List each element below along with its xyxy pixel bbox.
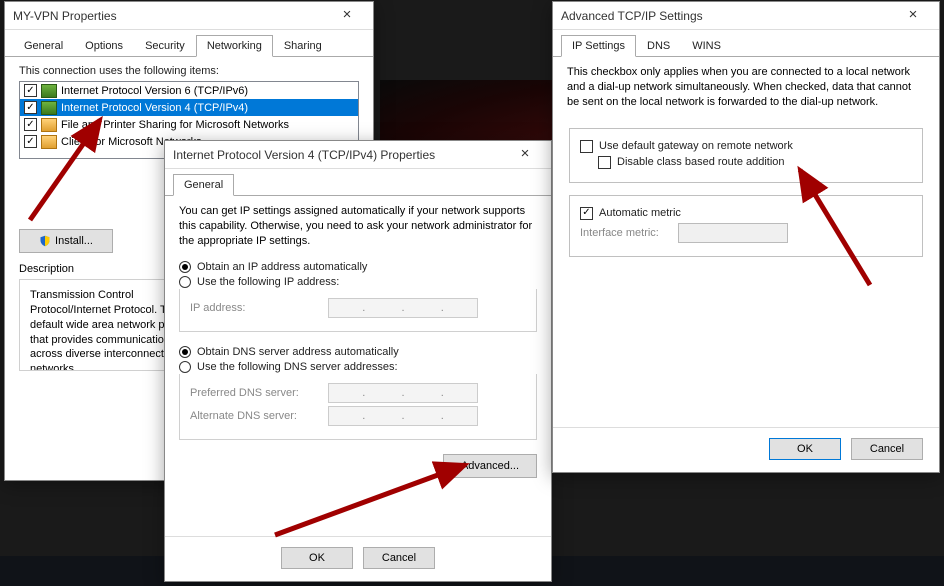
- titlebar[interactable]: Advanced TCP/IP Settings ×: [553, 2, 939, 30]
- tabs: IP Settings DNS WINS: [553, 30, 939, 57]
- install-button[interactable]: Install...: [19, 229, 113, 253]
- list-item-label: Internet Protocol Version 6 (TCP/IPv6): [61, 85, 248, 97]
- shield-icon: [39, 235, 51, 247]
- ok-button[interactable]: OK: [769, 438, 841, 460]
- checkbox-icon[interactable]: [580, 140, 593, 153]
- disable-route-row[interactable]: Disable class based route addition: [598, 156, 912, 169]
- radio-ip-manual-row[interactable]: Use the following IP address:: [179, 276, 537, 288]
- list-item[interactable]: Internet Protocol Version 6 (TCP/IPv6): [20, 82, 358, 99]
- window-title: Advanced TCP/IP Settings: [561, 9, 893, 23]
- list-item-label: Internet Protocol Version 4 (TCP/IPv4): [61, 102, 248, 114]
- gateway-group: Use default gateway on remote network Di…: [569, 128, 923, 183]
- checkbox-icon[interactable]: [24, 101, 37, 114]
- dns-alt-label: Alternate DNS server:: [190, 410, 322, 422]
- tabs: General Options Security Networking Shar…: [5, 30, 373, 57]
- auto-metric-row[interactable]: Automatic metric: [580, 207, 912, 220]
- radio-label: Obtain an IP address automatically: [197, 261, 367, 273]
- list-item[interactable]: File and Printer Sharing for Microsoft N…: [20, 116, 358, 133]
- cancel-button[interactable]: Cancel: [851, 438, 923, 460]
- interface-metric-label: Interface metric:: [580, 227, 672, 239]
- protocol-icon: [41, 84, 57, 98]
- tab-networking[interactable]: Networking: [196, 35, 273, 57]
- install-label: Install...: [55, 235, 93, 247]
- checkbox-icon[interactable]: [580, 207, 593, 220]
- checkbox-label: Automatic metric: [599, 207, 681, 219]
- radio-icon[interactable]: [179, 261, 191, 273]
- close-icon[interactable]: ×: [505, 144, 545, 166]
- radio-dns-auto-row[interactable]: Obtain DNS server address automatically: [179, 346, 537, 358]
- advanced-button[interactable]: Advanced...: [443, 454, 537, 478]
- tab-general[interactable]: General: [13, 35, 74, 57]
- window-title: MY-VPN Properties: [13, 9, 327, 23]
- ip-address-label: IP address:: [190, 302, 322, 314]
- service-icon: [41, 135, 57, 149]
- protocol-icon: [41, 101, 57, 115]
- ip-address-input: ...: [328, 298, 478, 318]
- metric-group: Automatic metric Interface metric:: [569, 195, 923, 257]
- radio-label: Obtain DNS server address automatically: [197, 346, 399, 358]
- radio-label: Use the following IP address:: [197, 276, 339, 288]
- close-icon[interactable]: ×: [327, 5, 367, 27]
- tab-wins[interactable]: WINS: [681, 35, 732, 57]
- tab-ip-settings[interactable]: IP Settings: [561, 35, 636, 57]
- radio-icon[interactable]: [179, 361, 191, 373]
- service-icon: [41, 118, 57, 132]
- tab-sharing[interactable]: Sharing: [273, 35, 333, 57]
- tab-dns[interactable]: DNS: [636, 35, 681, 57]
- radio-icon[interactable]: [179, 346, 191, 358]
- radio-label: Use the following DNS server addresses:: [197, 361, 398, 373]
- dns-pref-label: Preferred DNS server:: [190, 387, 322, 399]
- dns-pref-input: ...: [328, 383, 478, 403]
- advanced-tcpip-dialog: Advanced TCP/IP Settings × IP Settings D…: [552, 1, 940, 473]
- ok-button[interactable]: OK: [281, 547, 353, 569]
- radio-icon[interactable]: [179, 276, 191, 288]
- dns-alt-input: ...: [328, 406, 478, 426]
- checkbox-icon[interactable]: [24, 135, 37, 148]
- cancel-button[interactable]: Cancel: [363, 547, 435, 569]
- close-icon[interactable]: ×: [893, 5, 933, 27]
- tabs: General: [165, 169, 551, 196]
- interface-metric-input: [678, 223, 788, 243]
- checkbox-icon[interactable]: [24, 84, 37, 97]
- settings-blurb: This checkbox only applies when you are …: [567, 65, 925, 110]
- tab-general[interactable]: General: [173, 174, 234, 196]
- connection-uses-label: This connection uses the following items…: [19, 65, 359, 77]
- list-item[interactable]: Internet Protocol Version 4 (TCP/IPv4): [20, 99, 358, 116]
- checkbox-label: Disable class based route addition: [617, 156, 785, 168]
- window-title: Internet Protocol Version 4 (TCP/IPv4) P…: [173, 148, 505, 162]
- radio-dns-manual-row[interactable]: Use the following DNS server addresses:: [179, 361, 537, 373]
- use-default-gateway-row[interactable]: Use default gateway on remote network: [580, 140, 912, 153]
- checkbox-icon[interactable]: [598, 156, 611, 169]
- checkbox-icon[interactable]: [24, 118, 37, 131]
- radio-ip-auto-row[interactable]: Obtain an IP address automatically: [179, 261, 537, 273]
- tab-security[interactable]: Security: [134, 35, 196, 57]
- ip-blurb: You can get IP settings assigned automat…: [179, 204, 537, 249]
- ipv4-properties-dialog: Internet Protocol Version 4 (TCP/IPv4) P…: [164, 140, 552, 582]
- checkbox-label: Use default gateway on remote network: [599, 140, 793, 152]
- titlebar[interactable]: MY-VPN Properties ×: [5, 2, 373, 30]
- list-item-label: File and Printer Sharing for Microsoft N…: [61, 119, 289, 131]
- titlebar[interactable]: Internet Protocol Version 4 (TCP/IPv4) P…: [165, 141, 551, 169]
- tab-options[interactable]: Options: [74, 35, 134, 57]
